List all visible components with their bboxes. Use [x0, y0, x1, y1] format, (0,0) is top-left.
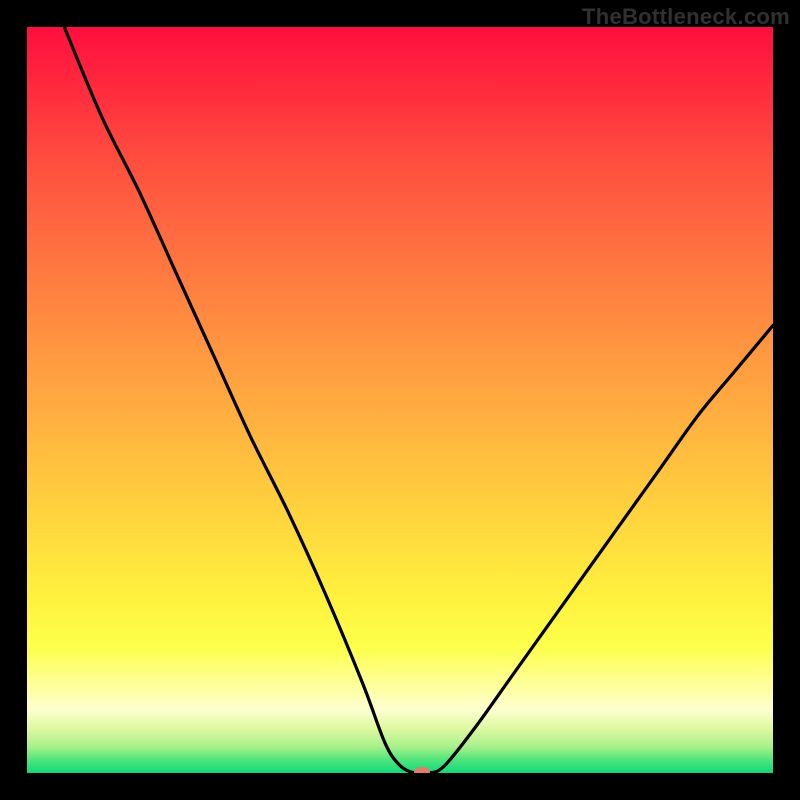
chart-frame: TheBottleneck.com	[0, 0, 800, 800]
plot-area	[27, 27, 773, 773]
minimum-marker	[414, 767, 430, 773]
watermark-text: TheBottleneck.com	[582, 4, 790, 30]
bottleneck-curve	[27, 27, 773, 773]
